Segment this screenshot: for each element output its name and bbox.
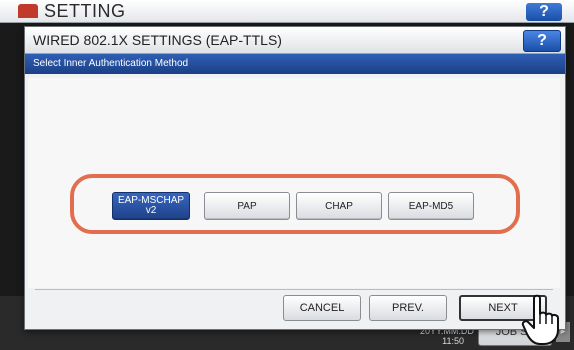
hand-pointer-icon [521,294,559,345]
option-chap-button[interactable]: CHAP [296,192,382,220]
dialog-subtitle-bar: Select Inner Authentication Method [25,54,565,74]
content-panel: EAP-MSCHAP v2 PAP CHAP EAP-MD5 [28,78,560,288]
setting-logo-icon [18,4,38,18]
dialog-title: WIRED 802.1X SETTINGS (EAP-TTLS) [33,32,282,48]
clock-time: 11:50 [442,336,464,346]
background-title: SETTING [44,1,126,21]
divider [35,289,553,290]
cancel-button[interactable]: CANCEL [283,295,361,321]
dialog-subtitle: Select Inner Authentication Method [33,58,189,69]
option-pap-button[interactable]: PAP [204,192,290,220]
option-eap-md5-button[interactable]: EAP-MD5 [388,192,474,220]
dialog-help-button[interactable]: ? [523,30,561,52]
background-header: SETTING ? [0,0,574,23]
background-help-button[interactable]: ? [526,3,562,21]
option-eap-mschap-v2-button[interactable]: EAP-MSCHAP v2 [112,192,190,220]
dialog-title-bar: WIRED 802.1X SETTINGS (EAP-TTLS) ? [25,27,565,54]
eap-ttls-settings-dialog: WIRED 802.1X SETTINGS (EAP-TTLS) ? Selec… [24,26,566,330]
prev-button[interactable]: PREV. [369,295,447,321]
